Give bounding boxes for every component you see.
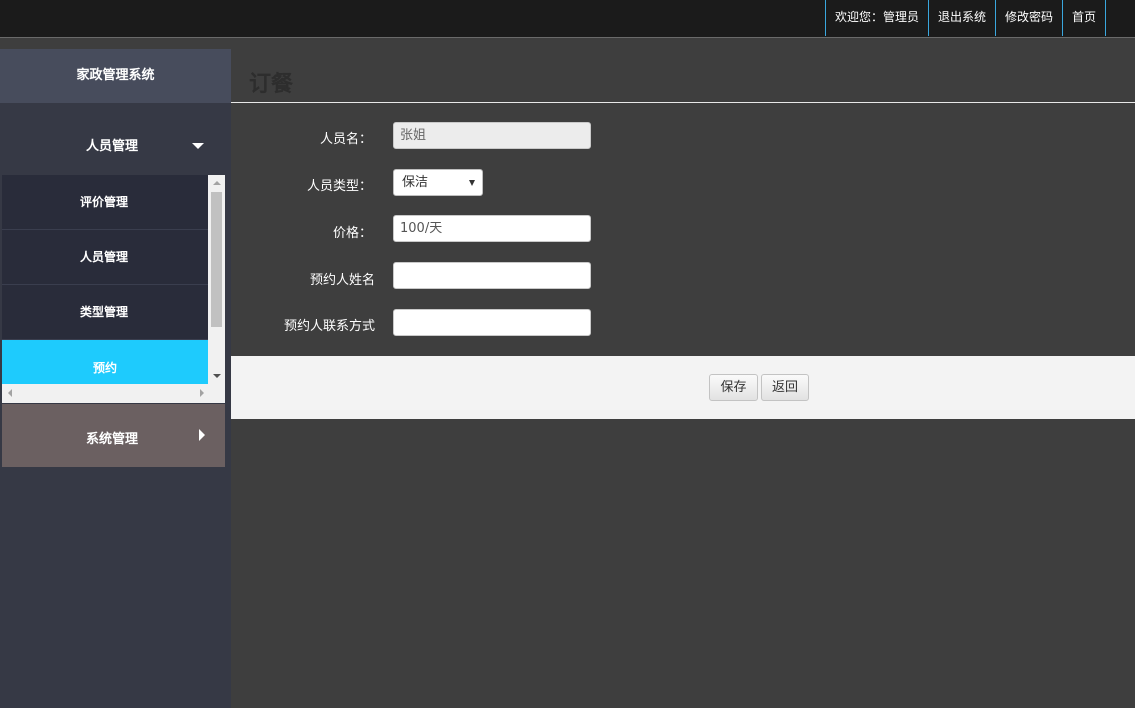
app-brand: 家政管理系统 (0, 49, 231, 103)
scrollbar-thumb[interactable] (211, 192, 222, 327)
sidebar-group-system[interactable]: 系统管理 (2, 404, 225, 467)
name-label: 人员名： (319, 132, 372, 147)
type-select-value: 保洁 (402, 175, 429, 190)
title-divider (231, 102, 1135, 103)
form-action-bar: 保存 返回 (231, 356, 1135, 419)
booker-contact-field[interactable] (393, 309, 591, 336)
page-title: 订餐 (249, 72, 294, 97)
sidebar-submenu: 评价管理 人员管理 类型管理 预约 (2, 175, 225, 403)
booker-contact-label: 预约人联系方式 (283, 319, 375, 334)
top-bar: 欢迎您：管理员 退出系统 修改密码 首页 (0, 0, 1135, 38)
sidebar: 家政管理系统 人员管理 评价管理 人员管理 类型管理 预约 系统管理 (0, 49, 231, 708)
horizontal-scrollbar[interactable] (2, 384, 208, 401)
scroll-down-arrow-icon[interactable] (213, 374, 221, 378)
submenu-list: 评价管理 人员管理 类型管理 预约 (2, 175, 208, 384)
change-password-link[interactable]: 修改密码 (994, 0, 1062, 36)
type-label: 人员类型： (306, 179, 372, 194)
sidebar-item-booking[interactable]: 预约 (2, 340, 208, 384)
scroll-right-arrow-icon[interactable] (200, 389, 204, 397)
logout-link[interactable]: 退出系统 (927, 0, 995, 36)
scroll-left-arrow-icon[interactable] (8, 389, 12, 397)
price-field[interactable]: 100/天 (393, 215, 591, 242)
sidebar-item-personnel[interactable]: 人员管理 (2, 230, 208, 285)
name-field[interactable]: 张姐 (393, 122, 591, 149)
sidebar-item-types[interactable]: 类型管理 (2, 285, 208, 340)
type-select[interactable]: 保洁 (393, 169, 483, 196)
home-link[interactable]: 首页 (1061, 0, 1106, 36)
save-button[interactable]: 保存 (709, 374, 758, 401)
price-label: 价格： (332, 226, 372, 241)
sidebar-group-label: 系统管理 (86, 432, 139, 447)
sidebar-item-reviews[interactable]: 评价管理 (2, 175, 208, 230)
dropdown-arrow-icon (469, 180, 475, 186)
top-nav: 欢迎您：管理员 退出系统 修改密码 首页 (824, 0, 1106, 36)
booker-name-label: 预约人姓名 (309, 273, 375, 288)
back-button[interactable]: 返回 (761, 374, 809, 401)
sidebar-group-label: 人员管理 (86, 139, 139, 154)
welcome-user-link[interactable]: 欢迎您：管理员 (824, 0, 928, 36)
caret-right-icon (199, 429, 205, 441)
booker-name-field[interactable] (393, 262, 591, 289)
